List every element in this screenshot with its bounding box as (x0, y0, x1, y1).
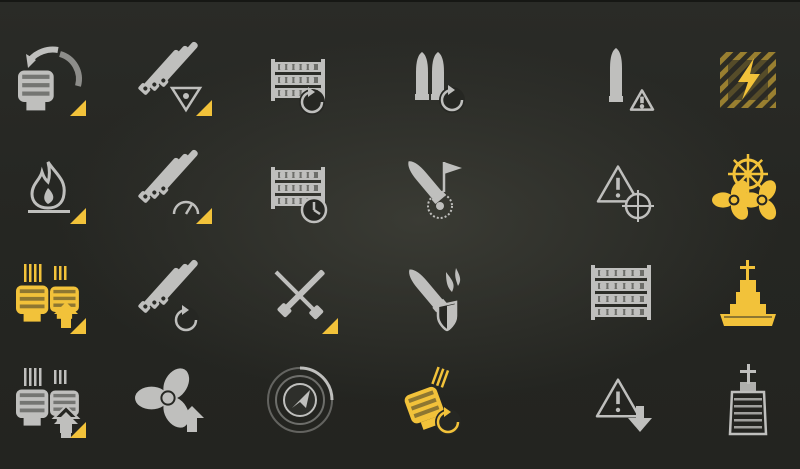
propeller-upgrade-icon[interactable] (135, 362, 212, 438)
gun-barrels-speed-icon[interactable] (136, 148, 212, 224)
ammo-rack-icon-graphic (591, 265, 651, 320)
battleship-bow-icon-graphic (728, 364, 768, 436)
shell-fire-shield-icon[interactable] (394, 258, 470, 334)
crossed-guns-icon[interactable] (262, 258, 338, 334)
shells-reload-icon[interactable] (394, 40, 470, 116)
shell-flag-target-icon[interactable] (394, 148, 470, 224)
shells-reload-icon-graphic (415, 52, 465, 113)
reload-ammo-rack-icon-graphic (271, 59, 325, 115)
ammo-rack-timer-icon-graphic (271, 167, 328, 224)
gun-barrels-speed-icon-graphic (138, 149, 212, 224)
gun-barrels-reload-icon[interactable] (136, 258, 212, 334)
fire-icon[interactable] (10, 148, 86, 224)
gun-barrels-accuracy-icon[interactable] (136, 40, 212, 116)
turrets-upgrade-gray-icon[interactable] (10, 362, 86, 438)
turret-rotation-icon-graphic (18, 46, 86, 116)
turrets-upgrade-gray-icon-graphic (16, 368, 86, 438)
turrets-upgrade-icon[interactable] (10, 258, 86, 334)
warning-down-icon[interactable] (584, 362, 660, 438)
hazard-lightning-icon[interactable] (710, 40, 786, 116)
shell-flag-target-icon-graphic (408, 161, 462, 219)
radar-icon[interactable] (262, 362, 338, 438)
turret-rotation-gold-icon-graphic (404, 366, 461, 435)
fire-icon-graphic (28, 161, 86, 224)
skill-icon-grid (0, 0, 800, 469)
shell-warning-icon[interactable] (584, 40, 660, 116)
shell-warning-icon-graphic (609, 48, 655, 111)
shell-fire-shield-icon-graphic (409, 268, 461, 332)
warning-crosshair-icon[interactable] (584, 148, 660, 224)
helm-propellers-icon[interactable] (710, 148, 786, 224)
turret-rotation-icon[interactable] (10, 40, 86, 116)
radar-icon-graphic (267, 366, 334, 433)
battleship-icon-graphic (720, 260, 776, 326)
warning-down-icon-graphic (595, 378, 652, 432)
crossed-guns-icon-graphic (274, 269, 338, 334)
propeller-upgrade-icon-graphic (135, 368, 204, 432)
hazard-lightning-icon-graphic (720, 52, 776, 108)
ammo-rack-timer-icon[interactable] (262, 148, 338, 224)
turret-rotation-gold-icon[interactable] (394, 362, 470, 438)
gun-barrels-accuracy-icon-graphic (138, 41, 212, 116)
reload-ammo-rack-icon[interactable] (262, 40, 338, 116)
helm-propellers-icon-graphic (712, 154, 777, 220)
turrets-upgrade-icon-graphic (16, 264, 86, 334)
gun-barrels-reload-icon-graphic (138, 259, 199, 333)
battleship-bow-icon[interactable] (710, 362, 786, 438)
battleship-icon[interactable] (710, 258, 786, 334)
warning-crosshair-icon-graphic (596, 165, 654, 222)
ammo-rack-icon[interactable] (584, 258, 660, 334)
